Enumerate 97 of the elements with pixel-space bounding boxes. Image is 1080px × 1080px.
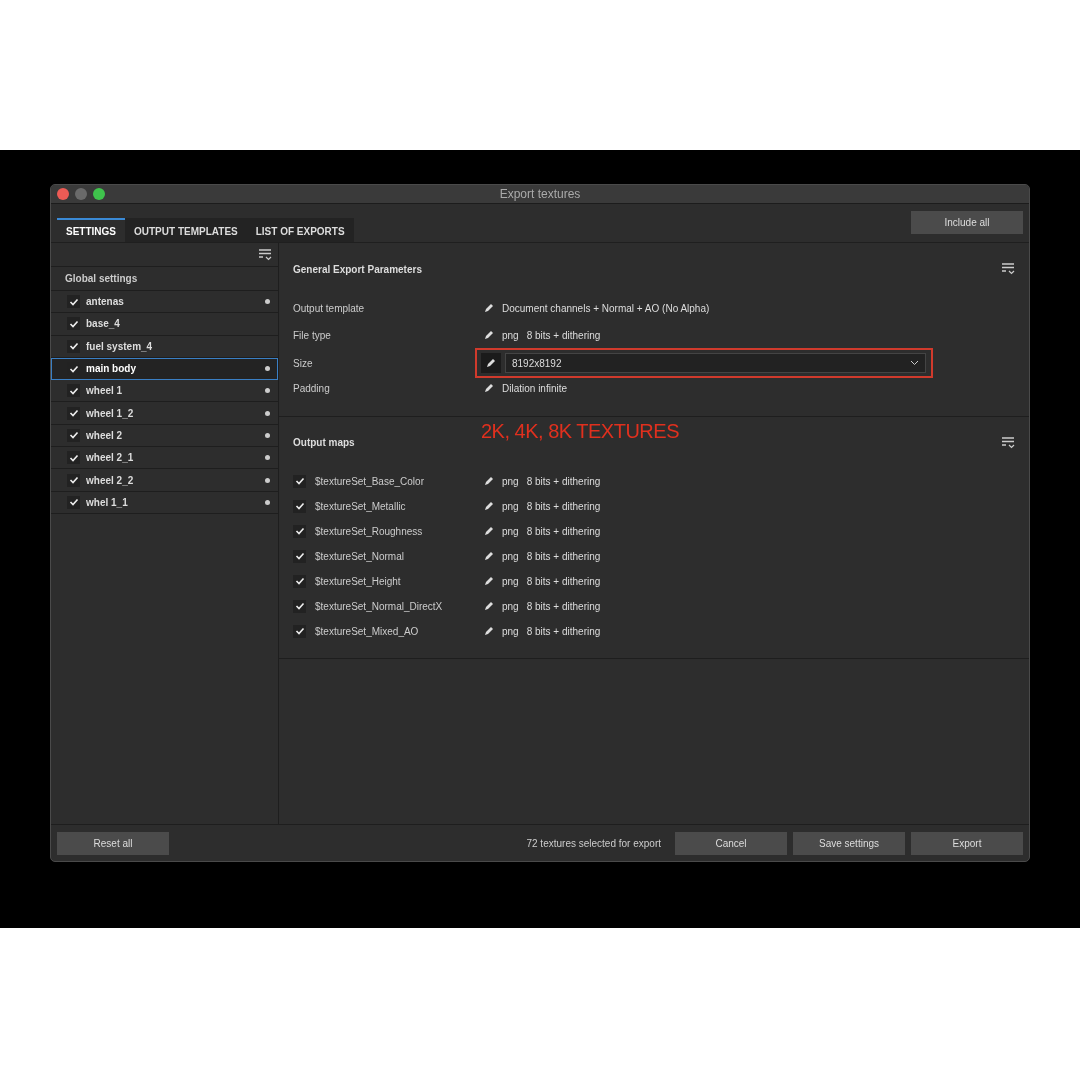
checkbox[interactable] [293, 549, 306, 563]
list-options-icon[interactable] [259, 248, 272, 261]
texture-set-item[interactable]: fuel system_4 [51, 335, 278, 358]
checkbox[interactable] [67, 428, 80, 442]
annotation-text: 2K, 4K, 8K TEXTURES [481, 419, 679, 443]
texture-set-item[interactable]: whel 1_1 [51, 491, 278, 514]
size-dropdown[interactable]: 8192x8192 [505, 353, 926, 374]
texture-set-item[interactable]: antenas [51, 291, 278, 314]
file-format: png [502, 525, 519, 537]
texture-set-item[interactable]: wheel 2_1 [51, 447, 278, 470]
checkbox[interactable] [67, 473, 80, 487]
include-all-button[interactable]: Include all [911, 211, 1023, 234]
maximize-icon[interactable] [93, 188, 105, 200]
checkbox[interactable] [67, 339, 80, 353]
texture-set-item[interactable]: wheel 1 [51, 380, 278, 403]
checkbox[interactable] [293, 574, 306, 588]
footer-button[interactable]: Save settings [793, 831, 905, 855]
texture-set-name: antenas [86, 296, 125, 308]
bit-depth: 8 bits + dithering [526, 550, 601, 562]
map-name: $textureSet_Normal [315, 550, 404, 562]
pencil-icon[interactable] [484, 383, 494, 394]
parameter-label: Output template [293, 302, 366, 314]
pencil-icon[interactable] [484, 501, 494, 512]
file-format: png [502, 550, 519, 562]
parameter-value: 8 bits + dithering [526, 329, 601, 341]
chevron-down-icon [910, 360, 919, 367]
pencil-icon[interactable] [484, 330, 494, 341]
window-title: Export textures [499, 187, 581, 201]
texture-set-name: main body [86, 363, 137, 375]
bit-depth: 8 bits + dithering [526, 600, 601, 612]
file-format: png [502, 575, 519, 587]
checkbox[interactable] [67, 451, 80, 465]
parameter-value: png [502, 329, 519, 341]
parameter-label: Size [293, 357, 314, 369]
pencil-icon[interactable] [484, 601, 494, 612]
bit-depth: 8 bits + dithering [526, 575, 601, 587]
bit-depth: 8 bits + dithering [526, 475, 601, 487]
map-name: $textureSet_Roughness [315, 525, 423, 537]
texture-set-name: wheel 2 [86, 429, 124, 441]
map-name: $textureSet_Mixed_AO [315, 625, 419, 637]
checkbox[interactable] [293, 599, 306, 613]
file-format: png [502, 600, 519, 612]
section-title: General Export Parameters [293, 263, 422, 275]
checkbox[interactable] [293, 624, 306, 638]
parameter-label: File type [293, 329, 332, 341]
status-text: 72 textures selected for export [526, 837, 661, 849]
texture-set-item[interactable]: base_4 [51, 313, 278, 336]
bit-depth: 8 bits + dithering [526, 525, 601, 537]
section-title: Output maps [293, 437, 355, 449]
group-heading: Global settings [65, 273, 138, 284]
texture-set-item[interactable]: wheel 2 [51, 424, 278, 448]
texture-set-name: wheel 2_1 [86, 452, 135, 464]
parameter-value: Dilation infinite [502, 382, 568, 394]
tab[interactable]: LIST OF EXPORTS [246, 218, 354, 242]
bit-depth: 8 bits + dithering [526, 625, 601, 637]
checkbox[interactable] [67, 495, 80, 509]
footer-button[interactable]: Export [911, 831, 1023, 855]
reset-all-button[interactable]: Reset all [57, 831, 169, 855]
bit-depth: 8 bits + dithering [526, 500, 601, 512]
map-name: $textureSet_Height [315, 575, 401, 587]
footer-button[interactable]: Cancel [675, 831, 787, 855]
checkbox[interactable] [293, 499, 306, 513]
checkbox[interactable] [67, 384, 80, 398]
tab[interactable]: OUTPUT TEMPLATES [125, 218, 247, 242]
checkbox[interactable] [293, 524, 306, 538]
map-name: $textureSet_Metallic [315, 500, 406, 512]
close-icon[interactable] [57, 188, 69, 200]
checkbox[interactable] [293, 474, 306, 488]
texture-set-name: wheel 1 [86, 385, 124, 397]
pencil-icon[interactable] [484, 626, 494, 637]
texture-set-name: base_4 [86, 318, 121, 330]
file-format: png [502, 475, 519, 487]
texture-set-name: whel 1_1 [86, 496, 129, 508]
file-format: png [502, 625, 519, 637]
pencil-icon[interactable] [484, 476, 494, 487]
parameter-value: Document channels + Normal + AO (No Alpha) [502, 302, 710, 314]
file-format: png [502, 500, 519, 512]
pencil-icon[interactable] [486, 358, 496, 369]
list-options-icon[interactable] [1002, 436, 1015, 449]
pencil-icon[interactable] [484, 526, 494, 537]
texture-set-item[interactable]: main body [51, 357, 278, 381]
checkbox[interactable] [67, 406, 80, 420]
pencil-icon[interactable] [484, 576, 494, 587]
texture-set-item[interactable]: wheel 1_2 [51, 402, 278, 425]
parameter-label: Padding [293, 382, 331, 394]
checkbox[interactable] [67, 317, 80, 331]
map-name: $textureSet_Normal_DirectX [315, 600, 443, 612]
pencil-icon[interactable] [484, 303, 494, 314]
texture-set-name: fuel system_4 [86, 340, 154, 352]
texture-set-item[interactable]: wheel 2_2 [51, 469, 278, 492]
list-options-icon[interactable] [1002, 263, 1015, 275]
pencil-icon[interactable] [484, 551, 494, 562]
edit-button[interactable] [481, 353, 501, 374]
checkbox[interactable] [67, 295, 80, 309]
texture-set-name: wheel 1_2 [86, 407, 135, 419]
texture-set-name: wheel 2_2 [86, 474, 135, 486]
map-name: $textureSet_Base_Color [315, 475, 424, 487]
